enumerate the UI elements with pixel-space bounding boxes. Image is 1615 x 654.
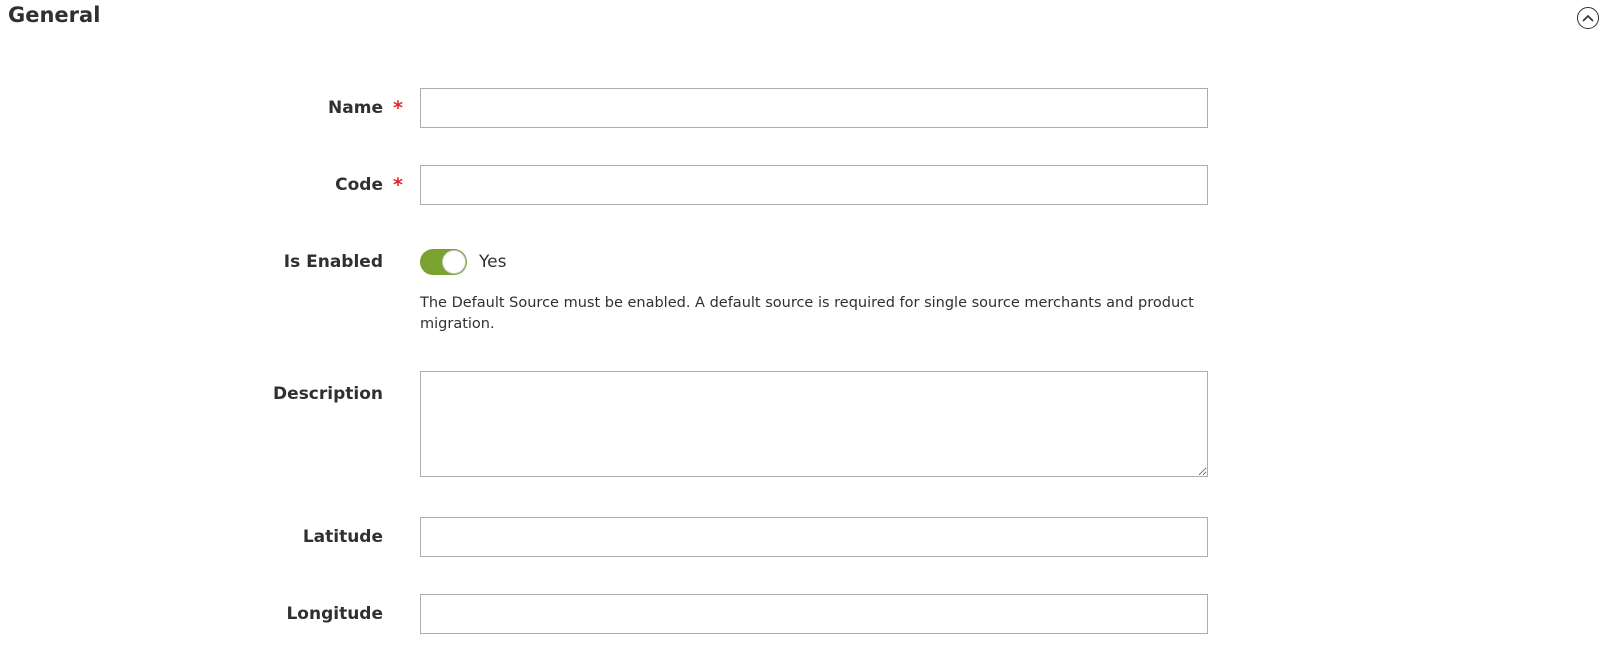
is-enabled-note: The Default Source must be enabled. A de… [420,295,1194,332]
code-input[interactable] [420,165,1208,205]
toggle-knob [442,250,466,274]
longitude-label: Longitude [286,604,383,624]
section-header: General [0,0,1615,44]
latitude-input[interactable] [420,517,1208,557]
description-textarea[interactable] [420,371,1208,477]
latitude-label: Latitude [302,527,383,547]
longitude-input[interactable] [420,594,1208,634]
description-label: Description [273,384,383,404]
chevron-up-icon [1582,14,1594,22]
is-enabled-label: Is Enabled [283,252,383,272]
collapse-section-button[interactable] [1577,7,1599,29]
section-title: General [8,3,101,27]
name-label: Name [328,98,383,118]
is-enabled-toggle[interactable] [420,249,467,275]
name-required-mark: * [393,97,403,119]
name-input[interactable] [420,88,1208,128]
code-label: Code [335,175,383,195]
is-enabled-toggle-text: Yes [479,252,507,272]
code-required-mark: * [393,174,403,196]
